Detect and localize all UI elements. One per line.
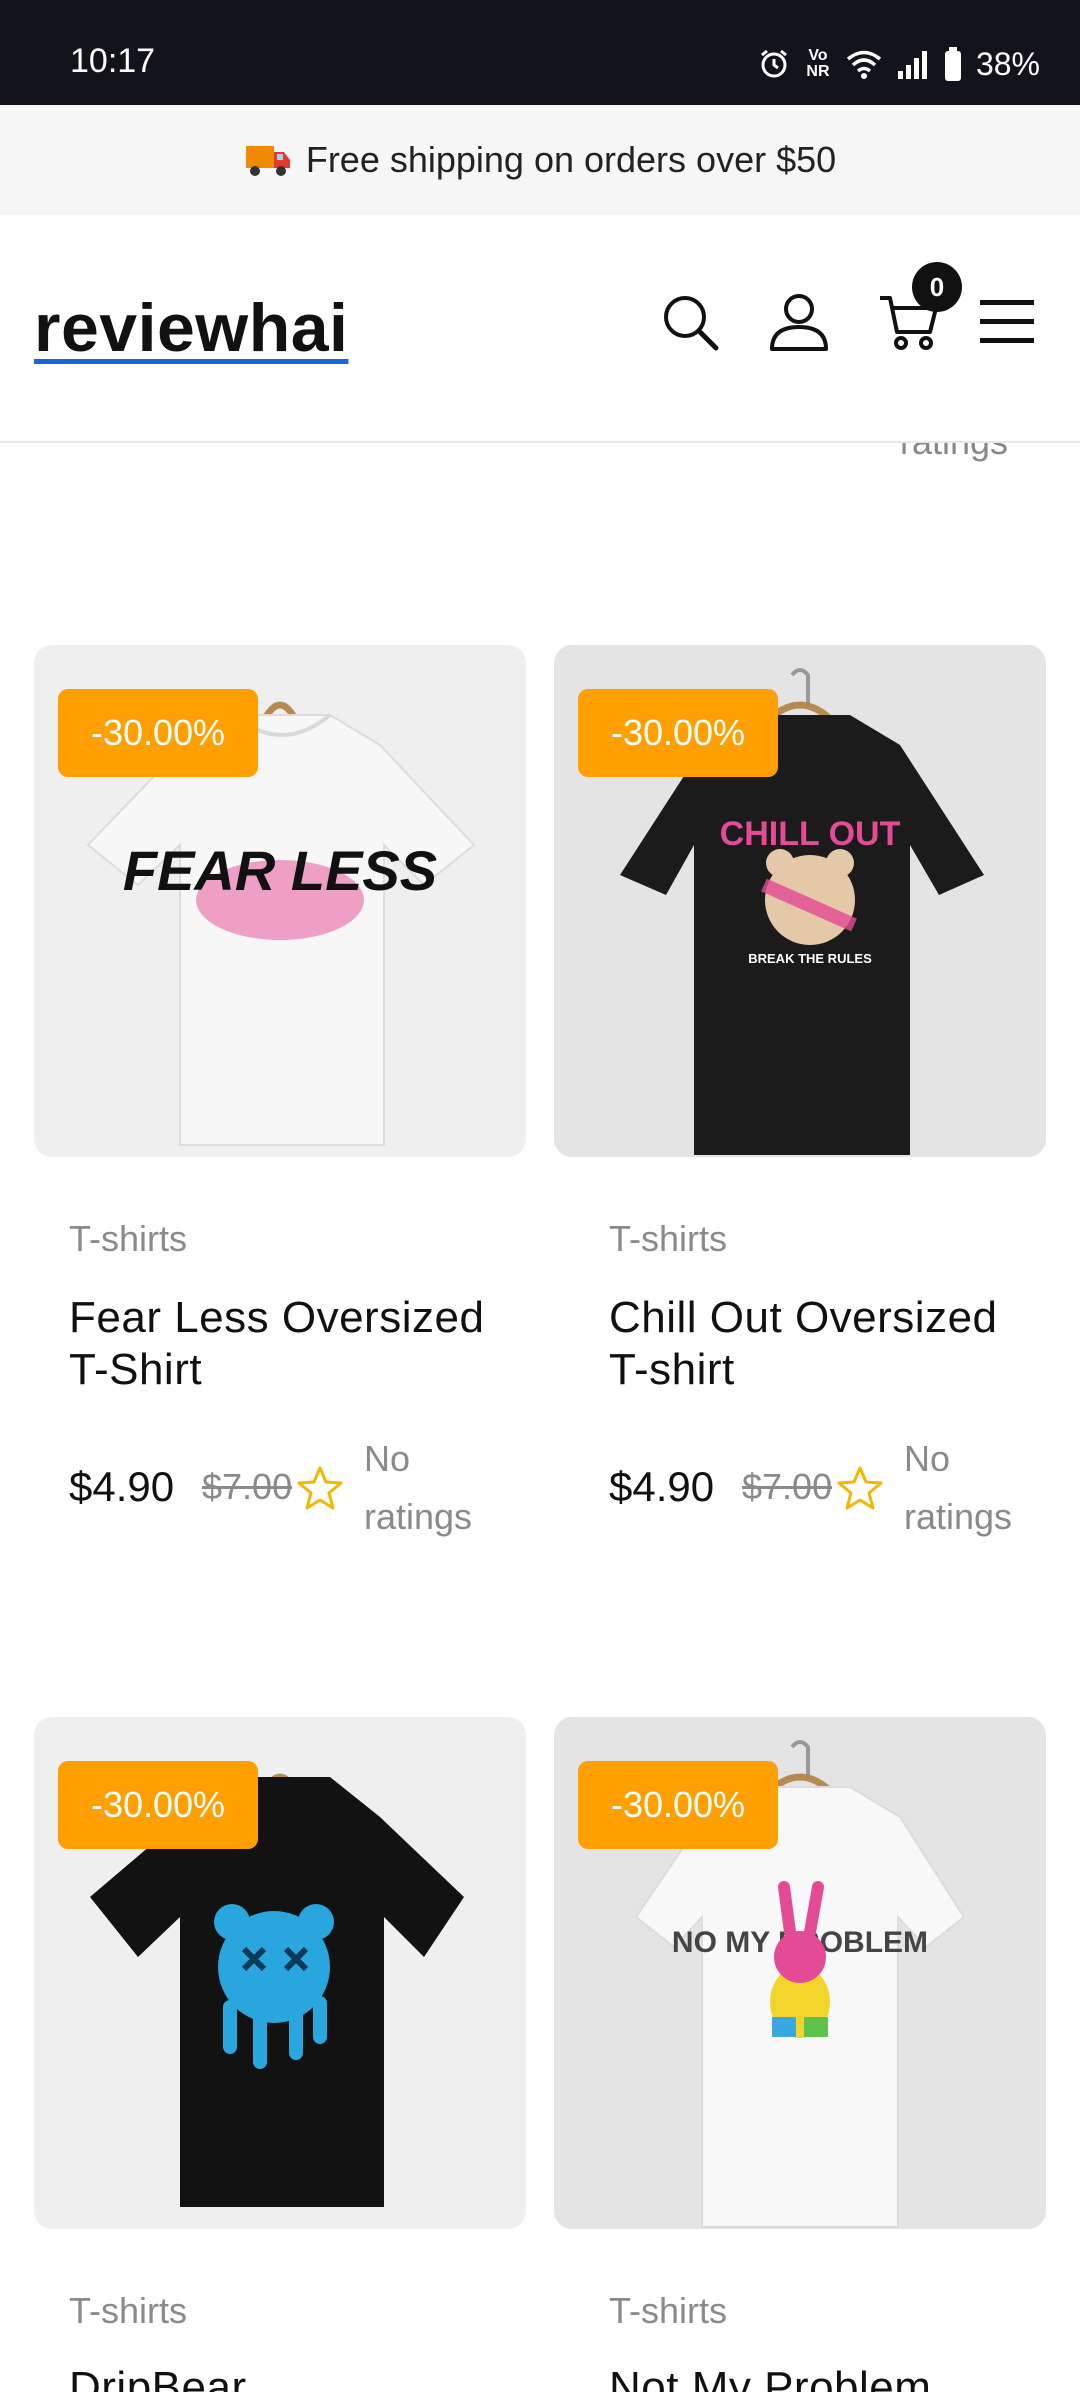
previous-row-fragment: ratings [0, 443, 1080, 483]
cart-count-badge: 0 [912, 262, 962, 312]
volte-icon: Vo NR [806, 47, 830, 80]
battery-percent: 38% [975, 45, 1040, 82]
status-bar: 10:17 Vo NR 38% [0, 0, 1080, 105]
shirt-graphic-text-1: FEAR LESS [123, 839, 437, 902]
delivery-truck-icon [245, 146, 290, 176]
alarm-icon [761, 49, 787, 78]
product-image[interactable]: FEAR LESS -30.00% [34, 645, 526, 1157]
product-title[interactable]: Chill Out Oversized T-shirt [609, 1292, 1049, 1396]
product-title[interactable]: Fear Less Oversized T-Shirt [69, 1292, 509, 1396]
battery-icon [944, 47, 961, 81]
product-image[interactable]: CHILL OUT BREAK THE RULES -30.00% [554, 645, 1046, 1157]
product-title[interactable]: Not My Problem [609, 2362, 1049, 2392]
shirt-graphic-text-2: CHILL OUT [720, 815, 901, 853]
product-title-clip: Not My Problem [609, 2352, 1049, 2392]
site-header: reviewhai [0, 215, 1080, 443]
discount-badge: -30.00% [58, 1761, 258, 1849]
product-category[interactable]: T-shirts [609, 1218, 727, 1260]
search-button[interactable] [655, 287, 725, 357]
star-icon [297, 1466, 343, 1510]
product-title[interactable]: DripBear [69, 2362, 509, 2392]
promo-text: Free shipping on orders over $50 [305, 139, 837, 180]
product-price: $4.90 [69, 1463, 175, 1510]
product-image[interactable]: NO MY PROBLEM -30.00% [554, 1717, 1046, 2229]
discount-badge: -30.00% [578, 689, 778, 777]
site-logo[interactable]: reviewhai [34, 289, 348, 367]
wifi-icon [846, 50, 882, 79]
product-category[interactable]: T-shirts [609, 2290, 727, 2332]
product-price: $4.90 [609, 1463, 715, 1510]
discount-badge: -30.00% [578, 1761, 778, 1849]
account-button[interactable] [764, 287, 834, 357]
search-icon [664, 296, 719, 351]
status-icons: Vo NR 38% [758, 44, 1040, 84]
menu-button[interactable] [972, 287, 1042, 357]
product-image[interactable]: -30.00% [34, 1717, 526, 2229]
product-title-clip: DripBear [69, 2352, 509, 2392]
discount-badge: -30.00% [58, 689, 258, 777]
product-old-price: $7.00 [202, 1466, 293, 1507]
rating-text-fragment: ratings [900, 443, 1008, 463]
user-icon [770, 294, 828, 351]
promo-banner: Free shipping on orders over $50 [0, 105, 1080, 215]
rating-text: No ratings [904, 1438, 1013, 1537]
signal-icon [897, 51, 927, 79]
rating-text: No ratings [364, 1438, 473, 1537]
product-old-price: $7.00 [742, 1466, 833, 1507]
product-category[interactable]: T-shirts [69, 2290, 187, 2332]
menu-icon [980, 300, 1034, 343]
product-category[interactable]: T-shirts [69, 1218, 187, 1260]
star-icon [837, 1466, 883, 1510]
shirt-graphic-subtext-2: BREAK THE RULES [748, 951, 872, 966]
status-time: 10:17 [70, 42, 156, 80]
